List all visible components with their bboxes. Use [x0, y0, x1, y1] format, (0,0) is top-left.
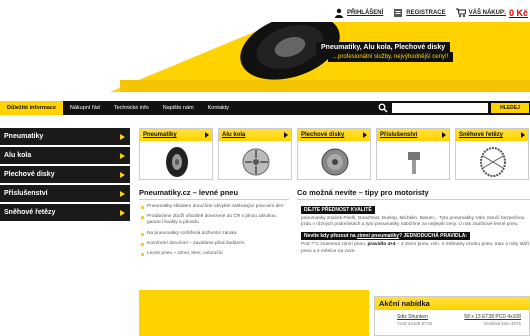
offer-item-link[interactable]: Sdiz Shunken — [397, 314, 428, 320]
winter-tires-link[interactable]: zimní pneumatiky — [357, 233, 399, 239]
winter-rule-text: Pod 7°C znamená zimní pneu, pravidlo 4+4… — [301, 242, 529, 254]
search-input[interactable] — [392, 103, 488, 113]
sidebar-item-label: Plechové disky — [4, 171, 55, 178]
arrow-right-icon — [363, 132, 367, 138]
offer-item-sub: 7x16 4x108 ET30 — [397, 321, 433, 326]
sidebar-item-tires[interactable]: Pneumatiky — [0, 128, 130, 145]
offer-item-sub: Ocelové kolo 4075 — [483, 321, 521, 326]
register-link[interactable]: REGISTRACE — [393, 8, 446, 18]
list-item: Levné pneu – zimní, letní, celoroční — [141, 251, 289, 257]
arrow-right-icon — [120, 209, 125, 216]
nav-item-important-info[interactable]: Důležité informace — [0, 101, 63, 115]
list-item: Komfortní doručení – zavoláme před dodán… — [141, 241, 289, 247]
offer-item-link[interactable]: 58 x 13 ET28 PCD 4x108 — [464, 314, 521, 320]
cart-label: VÁŠ NÁKUP: — [468, 10, 506, 16]
user-icon — [334, 8, 343, 18]
login-link[interactable]: PŘIHLÁŠENÍ — [334, 8, 383, 18]
search-button[interactable]: HLEDEJ — [491, 103, 529, 113]
sidebar-item-snow-chains[interactable]: Sněhové řetězy — [0, 204, 130, 221]
banner-subslogan: ...profesionální služby, nejvýhodnější c… — [328, 52, 454, 62]
quality-tag: DEJTE PŘEDNOST KVALITĚ — [301, 206, 375, 214]
list-item: Na pneumatiky rozšířená doživotní záruka — [141, 231, 289, 237]
sidebar: Pneumatiky Alu kola Plechové disky Přísl… — [0, 128, 130, 223]
register-label: REGISTRACE — [406, 10, 446, 16]
category-tiles: Pneumatiky Alu kola Plechové disky Přísl… — [139, 128, 530, 180]
arrow-right-icon — [205, 132, 209, 138]
arrow-right-icon — [284, 132, 288, 138]
category-label: Alu kola — [222, 132, 246, 138]
cart-link[interactable]: VÁŠ NÁKUP: 0 Kč — [455, 8, 528, 18]
info-title: Pneumatiky.cz – levné pneu — [139, 188, 289, 200]
arrow-right-icon — [120, 133, 125, 140]
category-accessories[interactable]: Příslušenství — [376, 128, 450, 180]
sidebar-item-accessories[interactable]: Příslušenství — [0, 185, 130, 202]
category-alloy-wheels[interactable]: Alu kola — [218, 128, 292, 180]
special-offer-box: Akční nabídka Sdiz Shunken 58 x 13 ET28 … — [374, 296, 530, 336]
snow-chain-icon — [480, 147, 506, 177]
category-snow-chains[interactable]: Sněhové řetězy — [455, 128, 529, 180]
sidebar-item-label: Sněhové řetězy — [4, 209, 56, 216]
alloy-wheel-icon — [242, 148, 270, 176]
tips-title: Co možná nevíte – tipy pro motoristy — [297, 188, 530, 200]
register-icon — [394, 9, 403, 17]
login-label: PŘIHLÁŠENÍ — [346, 10, 384, 16]
arrow-right-icon — [442, 132, 446, 138]
benefit-list: Pneumatiky skladem doručíme obvykle násl… — [139, 204, 289, 257]
nav-item-contacts[interactable]: Kontakty — [201, 101, 236, 115]
nav-item-write-us[interactable]: Napište nám — [156, 101, 201, 115]
sidebar-item-label: Příslušenství — [4, 190, 48, 197]
category-tires[interactable]: Pneumatiky — [139, 128, 213, 180]
category-label: Pneumatiky — [143, 132, 177, 138]
sidebar-item-label: Alu kola — [4, 152, 32, 159]
cart-price: 0 Kč — [508, 8, 528, 18]
tips-column: Co možná nevíte – tipy pro motoristy DEJ… — [297, 188, 530, 257]
nav-item-purchase-rules[interactable]: Nákupní řád — [63, 101, 107, 115]
quality-text: pneumatiky značek Pirelli, GoodYear, Dun… — [301, 216, 525, 228]
promo-banner — [139, 290, 369, 336]
arrow-right-icon — [521, 132, 525, 138]
sidebar-item-steel-wheels[interactable]: Plechové disky — [0, 166, 130, 183]
category-steel-wheels[interactable]: Plechové disky — [297, 128, 371, 180]
list-item: Pneumatiky skladem doručíme obvykle násl… — [141, 204, 289, 210]
arrow-right-icon — [120, 190, 125, 197]
offer-title: Akční nabídka — [375, 297, 529, 310]
arrow-right-icon — [120, 152, 125, 159]
tire-icon — [166, 147, 188, 177]
category-label: Plechové disky — [301, 132, 345, 138]
list-item: Prodáváme zboží oficiálně dovezené do ČR… — [141, 214, 289, 226]
bolt-icon — [408, 152, 420, 174]
category-label: Příslušenství — [380, 132, 418, 138]
sidebar-item-alloy-wheels[interactable]: Alu kola — [0, 147, 130, 164]
cart-icon — [455, 8, 466, 17]
winter-rule-tag: Nevíte kdy přezout na zimní pneumatiky? … — [301, 232, 470, 241]
utility-bar: PŘIHLÁŠENÍ REGISTRACE VÁŠ NÁKUP: 0 Kč — [334, 6, 528, 20]
arrow-right-icon — [120, 171, 125, 178]
nav-item-technical-info[interactable]: Technické info — [107, 101, 156, 115]
sidebar-item-label: Pneumatiky — [4, 133, 44, 140]
search-icon — [378, 103, 388, 113]
category-label: Sněhové řetězy — [459, 132, 504, 138]
info-column: Pneumatiky.cz – levné pneu Pneumatiky sk… — [139, 188, 289, 261]
steel-wheel-icon — [321, 148, 349, 176]
banner: Pneumatiky, Alu kola, Plechové disky ...… — [0, 22, 530, 92]
